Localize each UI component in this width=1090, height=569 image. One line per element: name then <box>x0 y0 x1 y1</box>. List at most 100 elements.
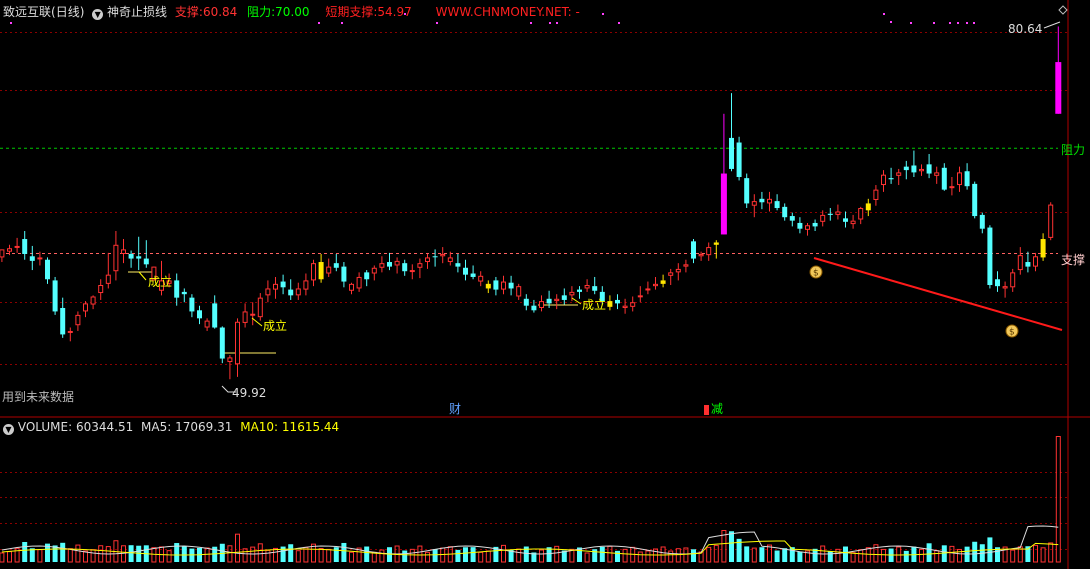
volume-bar <box>402 550 408 562</box>
candle-body <box>52 280 58 312</box>
candle-body <box>782 206 788 218</box>
ma10-value: 11615.44 <box>281 420 340 434</box>
event-jian-label[interactable]: 减 <box>711 402 723 416</box>
volume-bar <box>622 548 628 563</box>
candle-body <box>949 186 955 189</box>
candle-body <box>827 213 833 215</box>
volume-bar <box>318 548 324 563</box>
candle-body <box>98 285 104 294</box>
volume-bar <box>797 551 803 562</box>
candle-body <box>90 296 96 305</box>
volume-bar <box>554 545 560 563</box>
candle-body <box>174 280 180 298</box>
candle-body <box>865 203 871 211</box>
volume-bar <box>90 549 96 563</box>
support-value: 60.84 <box>202 5 238 19</box>
marker-dot <box>957 22 959 24</box>
high-arrow <box>1043 21 1061 29</box>
candle-body <box>569 291 575 296</box>
volume-bar <box>751 547 757 563</box>
candle-body <box>592 286 598 291</box>
candle-body <box>1025 262 1031 267</box>
volume-bar <box>341 542 347 562</box>
volume-bar <box>181 546 187 562</box>
volume-settings-icon[interactable]: ▼ <box>3 424 14 435</box>
volume-bar <box>371 551 377 563</box>
candle-body <box>470 273 476 277</box>
candle-body <box>561 295 567 300</box>
volume-bar <box>478 551 484 563</box>
candle-body <box>136 256 142 259</box>
volume-bar <box>333 547 339 562</box>
candle-body <box>7 248 12 252</box>
volume-bar <box>22 542 28 562</box>
candle-body <box>29 256 35 261</box>
candle-body <box>60 307 66 335</box>
candle-body <box>318 262 324 280</box>
volume-bar <box>417 545 423 563</box>
candle-body <box>523 298 529 306</box>
candle-body <box>204 320 210 328</box>
resistance-tag: 阻力 <box>1061 143 1086 157</box>
candle-body <box>577 289 582 292</box>
candle-body <box>736 142 742 177</box>
volume-bar <box>903 550 909 562</box>
volume-bar <box>7 551 12 563</box>
candle-body <box>242 311 248 323</box>
volume-bar <box>516 548 522 563</box>
volume-bar <box>539 549 544 563</box>
candle-body <box>995 279 1000 287</box>
settings-icon[interactable]: ▼ <box>92 9 104 20</box>
candle-body <box>698 253 704 257</box>
candle-body <box>751 201 757 206</box>
support-label: 支撑: <box>174 5 203 19</box>
stock-name[interactable]: 致远互联 <box>3 5 51 19</box>
volume-bar <box>683 547 689 563</box>
volume-bar <box>242 548 248 563</box>
candle-body <box>105 274 111 284</box>
marker-dot <box>949 22 951 24</box>
candle-body <box>425 257 430 263</box>
candle-body <box>189 297 195 312</box>
candle-body <box>478 275 484 282</box>
candle-body <box>349 283 354 291</box>
candle-body <box>257 297 263 318</box>
volume-bar <box>364 546 370 562</box>
candle-body <box>417 263 423 268</box>
period-label[interactable]: (日线) <box>51 5 84 19</box>
candle-body <box>789 216 795 221</box>
volume-bar <box>379 549 385 563</box>
candle-body <box>797 222 803 229</box>
indicator-name[interactable]: 神奇止损线 <box>107 5 167 19</box>
candle-body <box>691 241 696 259</box>
volume-bar <box>949 545 955 563</box>
candle-body <box>1002 286 1008 289</box>
volume-bar <box>729 531 734 562</box>
diamond-icon <box>1058 5 1068 15</box>
marker-dot <box>341 22 343 24</box>
volume-bar <box>326 548 332 563</box>
volume-bar <box>744 546 750 562</box>
candle-body <box>653 283 658 287</box>
candle-body <box>675 268 681 273</box>
event-cai-label[interactable]: 财 <box>449 402 461 416</box>
volume-bar <box>691 549 696 562</box>
marker-dot <box>530 22 532 24</box>
volume-bar <box>463 547 468 562</box>
candle-body <box>843 218 848 222</box>
candle-body <box>820 214 826 222</box>
high-price-label: 80.64 <box>1008 22 1043 36</box>
candle-body <box>835 211 841 215</box>
candle-body <box>850 220 856 225</box>
candle-body <box>660 280 666 284</box>
candle-body <box>333 263 339 268</box>
resistance-value: 70.00 <box>275 5 310 19</box>
money-bag-symbol: $ <box>813 269 819 279</box>
marker-dot <box>318 22 320 24</box>
candle-body <box>402 263 408 272</box>
candle-body <box>531 305 537 311</box>
volume-bar <box>675 548 681 563</box>
candle-body <box>546 298 552 304</box>
volume-bar <box>67 548 73 563</box>
candle-body <box>683 264 689 267</box>
